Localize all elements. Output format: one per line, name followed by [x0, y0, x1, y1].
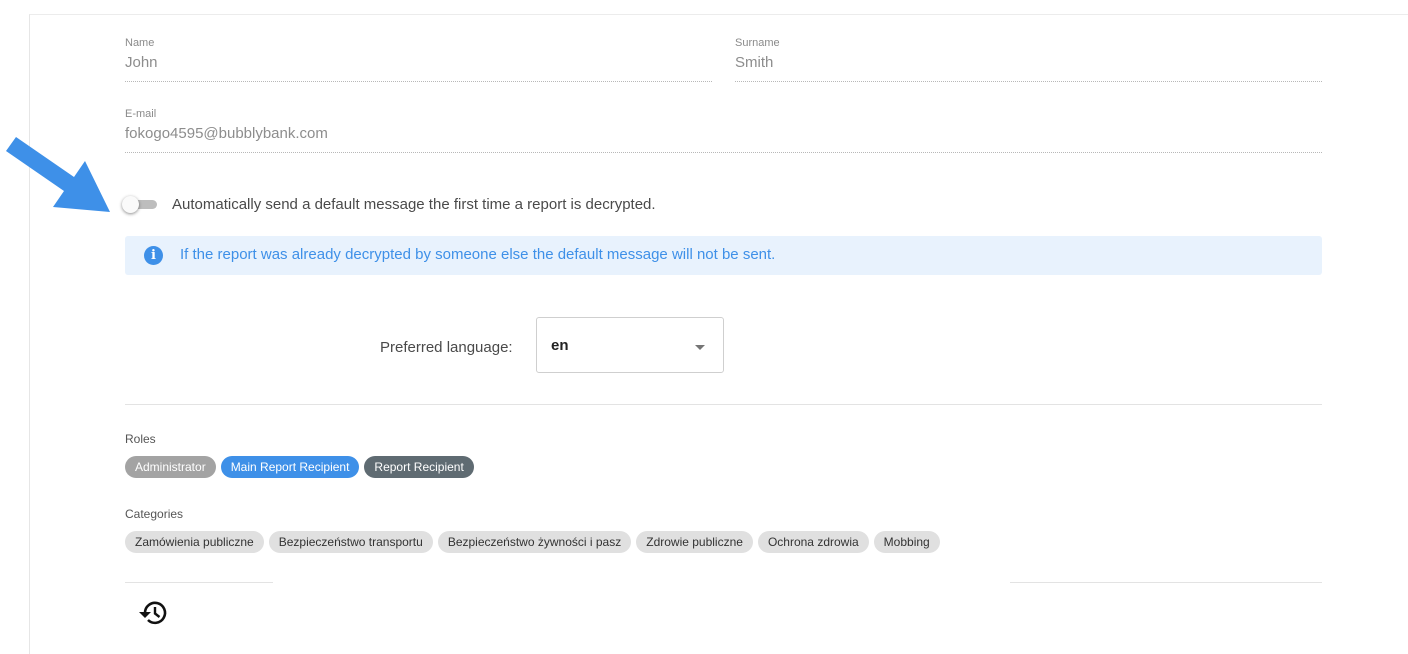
- category-chip: Ochrona zdrowia: [757, 531, 869, 553]
- preferred-language-value: en: [551, 337, 569, 354]
- auto-message-label: Automatically send a default message the…: [172, 196, 656, 213]
- roles-label: Roles: [125, 432, 156, 446]
- preferred-language-select[interactable]: en: [536, 317, 724, 373]
- role-chip-main-report-recipient[interactable]: Main Report Recipient: [220, 456, 360, 478]
- section-divider: [125, 404, 1322, 405]
- name-field[interactable]: Name John: [125, 37, 712, 82]
- email-field[interactable]: E-mail fokogo4595@bubblybank.com: [125, 108, 1322, 153]
- preferred-language-label: Preferred language:: [380, 339, 513, 356]
- role-chip-report-recipient[interactable]: Report Recipient: [364, 456, 474, 478]
- category-chip: Zamówienia publiczne: [125, 531, 264, 553]
- category-chip: Zdrowie publiczne: [636, 531, 753, 553]
- surname-value: Smith: [735, 54, 774, 71]
- category-chip: Bezpieczeństwo żywności i pasz: [437, 531, 632, 553]
- category-chips: Zamówienia publiczne Bezpieczeństwo tran…: [125, 531, 940, 553]
- email-value: fokogo4595@bubblybank.com: [125, 125, 328, 142]
- info-icon: i: [144, 246, 163, 265]
- category-chip: Bezpieczeństwo transportu: [268, 531, 433, 553]
- roles-chips: Administrator Main Report Recipient Repo…: [125, 456, 474, 478]
- surname-field[interactable]: Surname Smith: [735, 37, 1322, 82]
- info-text: If the report was already decrypted by s…: [180, 246, 776, 263]
- email-label: E-mail: [125, 108, 157, 120]
- name-value: John: [125, 54, 158, 71]
- name-label: Name: [125, 37, 155, 49]
- footer-divider-right: [1010, 582, 1322, 583]
- role-chip-administrator[interactable]: Administrator: [125, 456, 216, 478]
- category-chip: Mobbing: [873, 531, 940, 553]
- toggle-knob: [122, 196, 139, 213]
- surname-underline: [735, 81, 1322, 82]
- categories-label: Categories: [125, 507, 184, 521]
- email-underline: [125, 152, 1322, 153]
- surname-label: Surname: [735, 37, 780, 49]
- auto-message-toggle[interactable]: [122, 194, 158, 214]
- name-underline: [125, 81, 712, 82]
- footer-divider-left: [125, 582, 273, 583]
- arrow-pointer-icon: [6, 137, 118, 222]
- info-notice: i If the report was already decrypted by…: [125, 236, 1322, 275]
- history-icon[interactable]: [138, 598, 172, 628]
- chevron-down-icon: [695, 345, 705, 350]
